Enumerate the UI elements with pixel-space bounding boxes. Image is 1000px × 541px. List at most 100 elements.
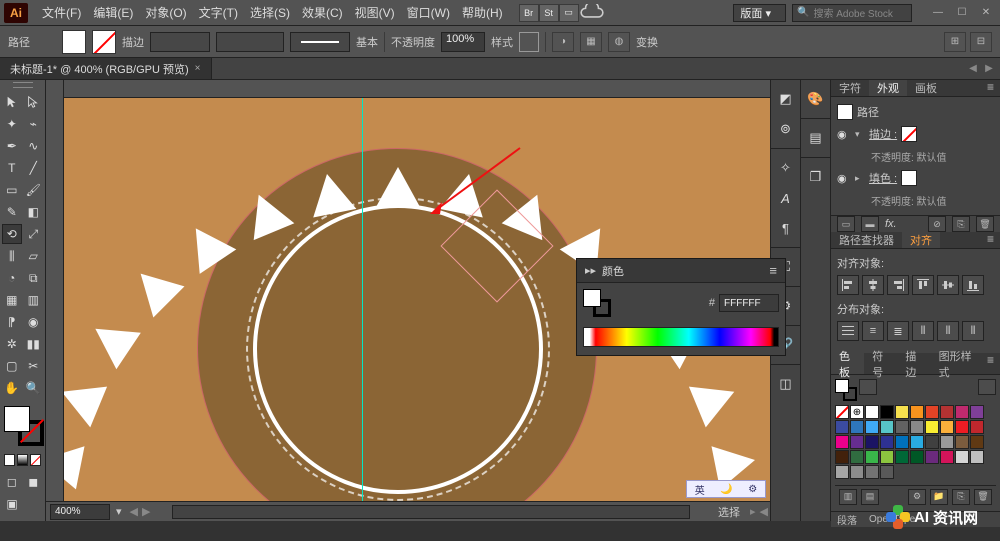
zoom-tool[interactable]: 🔍 — [24, 378, 44, 398]
tab-stroke[interactable]: 描边 — [897, 353, 930, 374]
align-left[interactable] — [837, 275, 859, 295]
swatch-cell[interactable]: ⊕ — [850, 405, 864, 419]
align-right[interactable] — [887, 275, 909, 295]
swatch-cell[interactable] — [880, 435, 894, 449]
swatch-cell[interactable] — [880, 465, 894, 479]
align-icon[interactable]: ▦ — [580, 32, 602, 52]
align-vcenter[interactable] — [937, 275, 959, 295]
color-panel-menu[interactable]: ≡ — [769, 263, 777, 278]
blend-tool[interactable]: ◉ — [24, 312, 44, 332]
appearance-panel-menu[interactable]: ≡ — [981, 80, 1000, 96]
stroke-profile-field[interactable] — [216, 32, 284, 52]
document-tab[interactable]: 未标题-1* @ 400% (RGB/GPU 预览) × — [0, 58, 212, 79]
swatch-cell[interactable] — [835, 420, 849, 434]
swatch-group-btn[interactable]: 📁 — [930, 489, 948, 505]
menu-window[interactable]: 窗口(W) — [401, 4, 456, 21]
tools-grab-handle[interactable] — [2, 82, 43, 90]
tab-artboards[interactable]: 画板 — [907, 80, 945, 96]
pen-tool[interactable]: ✒ — [2, 136, 22, 156]
swatch-cell[interactable] — [835, 465, 849, 479]
document-close[interactable]: × — [195, 63, 201, 74]
swatch-new-btn[interactable]: ⎘ — [952, 489, 970, 505]
swatch-cell[interactable] — [925, 450, 939, 464]
dist-hcenter[interactable]: ⦀ — [937, 321, 959, 341]
align-bottom[interactable] — [962, 275, 984, 295]
recolor-icon[interactable]: ◑ — [552, 32, 574, 52]
slice-tool[interactable]: ✂ — [24, 356, 44, 376]
vertical-guide[interactable] — [362, 98, 363, 501]
style-swatch[interactable] — [519, 32, 539, 52]
swatch-cell[interactable] — [970, 405, 984, 419]
swatch-cell[interactable] — [880, 405, 894, 419]
shaper-tool[interactable]: ✎ — [2, 202, 22, 222]
dock-colorguide-icon[interactable]: ▤ — [803, 125, 829, 151]
swatch-cell[interactable] — [910, 405, 924, 419]
clear-btn[interactable]: ⊘ — [928, 216, 946, 232]
dist-vcenter[interactable]: ≡ — [862, 321, 884, 341]
menu-help[interactable]: 帮助(H) — [456, 4, 509, 21]
color-panel-fillstroke[interactable] — [583, 289, 611, 317]
fill-row-swatch[interactable] — [901, 170, 917, 186]
swatch-cell[interactable] — [895, 405, 909, 419]
lasso-tool[interactable]: ⌁ — [24, 114, 44, 134]
free-transform-tool[interactable]: ▱ — [24, 246, 44, 266]
artboard-tool[interactable]: ▢ — [2, 356, 22, 376]
swatch-cell[interactable] — [940, 450, 954, 464]
delete-btn[interactable]: 🗑 — [976, 216, 994, 232]
gradient-tool[interactable]: ▥ — [24, 290, 44, 310]
menu-select[interactable]: 选择(S) — [244, 4, 296, 21]
tab-graphic-styles[interactable]: 图形样式 — [931, 353, 981, 374]
stock-icon[interactable]: St — [539, 4, 559, 22]
tab-align[interactable]: 对齐 — [902, 232, 940, 248]
zoom-field[interactable] — [50, 504, 110, 520]
fill-swatch[interactable] — [62, 30, 86, 54]
tab-character[interactable]: 字符 — [831, 80, 869, 96]
ruler-horizontal[interactable] — [46, 80, 770, 98]
swatch-cell[interactable] — [895, 450, 909, 464]
fill-row-label[interactable]: 填色 : — [869, 170, 897, 186]
dock-char-icon[interactable]: A — [773, 185, 799, 211]
swatch-cell[interactable] — [970, 420, 984, 434]
swatch-cell[interactable] — [925, 405, 939, 419]
menu-file[interactable]: 文件(F) — [36, 4, 87, 21]
transform-label[interactable]: 变换 — [636, 34, 658, 50]
eyedropper-tool[interactable]: ⁋ — [2, 312, 22, 332]
swatch-cell[interactable] — [865, 405, 879, 419]
visibility-toggle[interactable]: ◉ — [837, 172, 851, 185]
draw-behind[interactable]: ◼ — [24, 472, 44, 492]
menu-effect[interactable]: 效果(C) — [296, 4, 349, 21]
color-panel-fill[interactable] — [583, 289, 601, 307]
isolate-icon[interactable]: ⊞ — [944, 32, 966, 52]
swatch-cell[interactable] — [910, 435, 924, 449]
scale-tool[interactable]: ⤢ — [24, 224, 44, 244]
align-top[interactable] — [912, 275, 934, 295]
bridge-icon[interactable]: Br — [519, 4, 539, 22]
swatch-cell[interactable] — [955, 420, 969, 434]
swatch-cell[interactable] — [955, 405, 969, 419]
workspace-select[interactable]: 版面 ▾ — [733, 4, 786, 22]
menu-object[interactable]: 对象(O) — [139, 4, 192, 21]
brush-definition-field[interactable] — [290, 32, 350, 52]
stroke-swatch[interactable] — [92, 30, 116, 54]
swatch-menu-btn[interactable] — [859, 379, 877, 395]
ruler-vertical[interactable] — [46, 98, 64, 501]
swatch-cell[interactable] — [865, 450, 879, 464]
swatch-list-btn[interactable] — [978, 379, 996, 395]
tab-paragraph[interactable]: 段落 — [837, 512, 857, 527]
search-stock-field[interactable]: 🔍 搜索 Adobe Stock — [792, 4, 912, 22]
swatches-grid[interactable]: ⊕ — [835, 405, 996, 479]
line-tool[interactable]: ╱ — [24, 158, 44, 178]
dock-properties-icon[interactable]: ◩ — [773, 86, 799, 112]
scrollbar-horizontal[interactable] — [172, 505, 690, 519]
expand-caret[interactable]: ▾ — [855, 129, 865, 140]
fx-button[interactable]: fx. — [885, 218, 897, 230]
swatch-cell[interactable] — [880, 450, 894, 464]
screen-mode[interactable]: ▣ — [2, 494, 22, 514]
dist-left[interactable]: ⦀ — [912, 321, 934, 341]
swatch-lib-btn[interactable]: ▥ — [839, 489, 857, 505]
swatch-cell[interactable] — [940, 420, 954, 434]
fill-color[interactable] — [4, 406, 30, 432]
swatch-cell[interactable] — [835, 450, 849, 464]
curvature-tool[interactable]: ∿ — [24, 136, 44, 156]
dist-right[interactable]: ⦀ — [962, 321, 984, 341]
